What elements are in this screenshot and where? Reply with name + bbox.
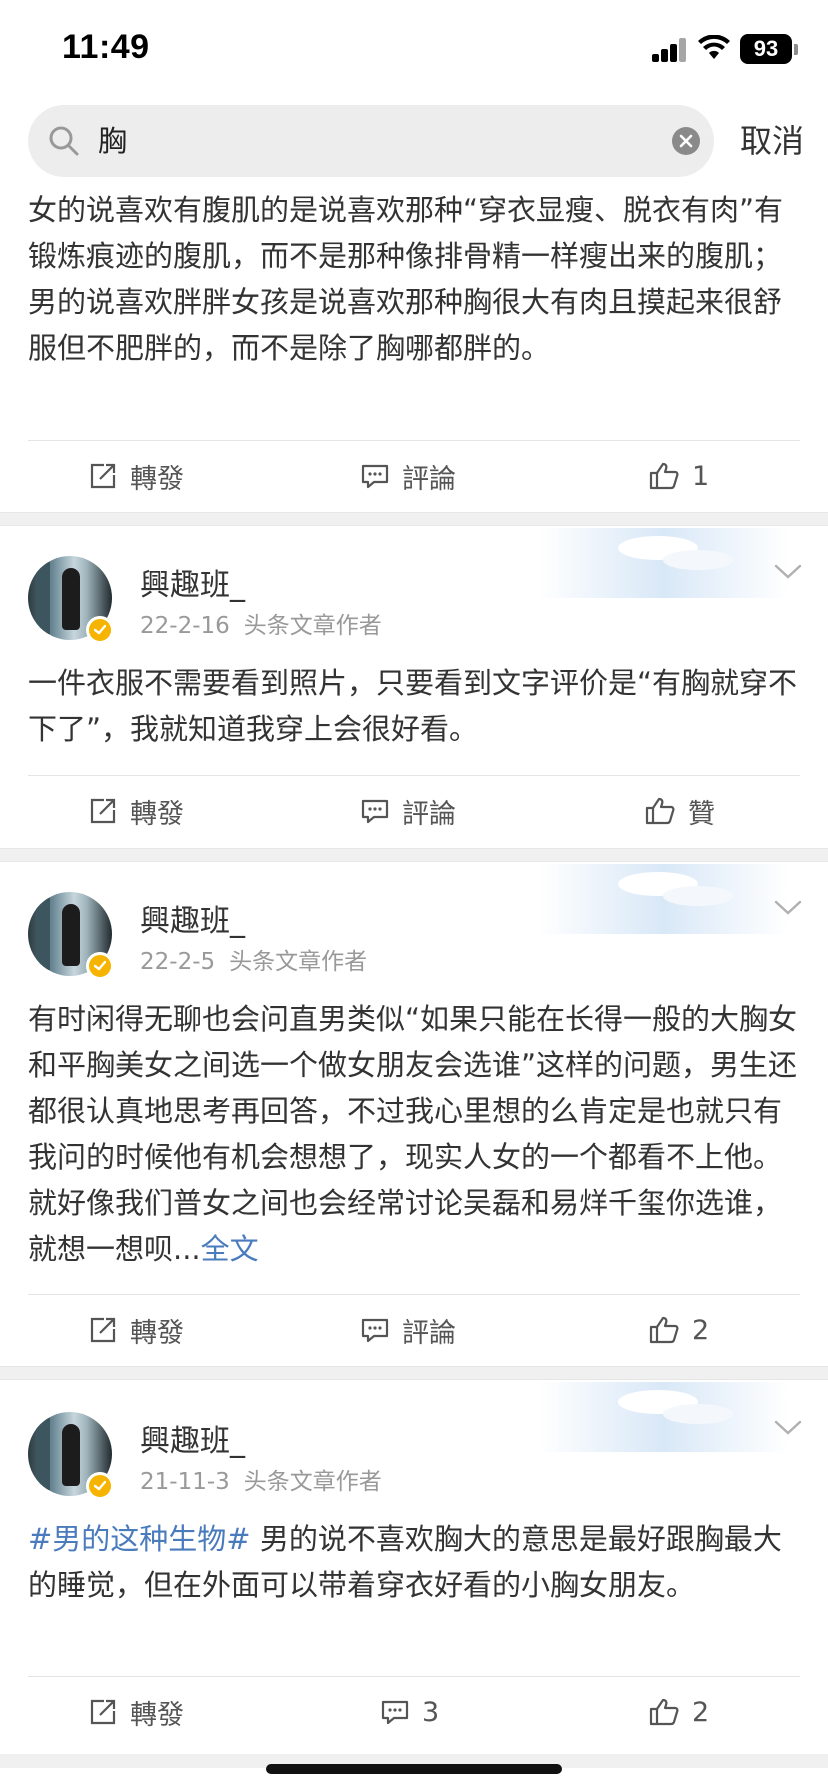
post-text[interactable]: #男的这种生物# 男的说不喜欢胸大的意思是最好跟胸最大的睡觉，但在外面可以带着穿… — [28, 1516, 800, 1608]
chevron-down-icon[interactable] — [774, 562, 802, 582]
post-action-bar: 轉發 3 2 — [0, 1677, 828, 1747]
post-date: 22-2-16 — [140, 613, 230, 639]
repost-label: 轉發 — [130, 1699, 184, 1731]
post-header: 興趣班_ 22-2-16 头条文章作者 — [0, 556, 828, 656]
like-label: 贊 — [688, 798, 715, 830]
thumbs-up-icon — [649, 462, 679, 490]
post-body: 有时闲得无聊也会问直男类似“如果只能在长得一般的大胸女和平胸美女之间选一个做女朋… — [28, 1002, 798, 1266]
post-text[interactable]: 女的说喜欢有腹肌的是说喜欢那种“穿衣显瘦、脱衣有肉”有锻炼痕迹的腹肌，而不是那种… — [28, 187, 800, 371]
comment-icon — [361, 1318, 389, 1343]
chevron-down-icon[interactable] — [774, 1418, 802, 1438]
comment-label: 評論 — [402, 463, 456, 495]
comment-icon — [381, 1700, 409, 1725]
share-icon — [90, 798, 116, 824]
like-button[interactable]: 2 — [648, 1677, 709, 1747]
comment-button[interactable]: 3 — [380, 1677, 439, 1747]
close-icon — [679, 134, 693, 148]
search-icon — [49, 126, 79, 156]
post-separator — [0, 512, 828, 526]
status-bar: 11:49 93 — [0, 0, 828, 98]
repost-button[interactable]: 轉發 — [88, 441, 184, 511]
comment-icon — [361, 799, 389, 824]
repost-button[interactable]: 轉發 — [88, 1295, 184, 1365]
thumbs-up-icon — [649, 1316, 679, 1344]
like-button[interactable]: 1 — [648, 441, 709, 511]
post-date: 22-2-5 — [140, 949, 216, 975]
battery-indicator: 93 — [740, 34, 792, 64]
thumbs-up-icon — [645, 797, 675, 825]
repost-label: 轉發 — [130, 798, 184, 830]
post-action-bar: 轉發 評論 2 — [0, 1295, 828, 1365]
repost-label: 轉發 — [130, 463, 184, 495]
share-icon — [90, 463, 116, 489]
share-icon — [90, 1699, 116, 1725]
verified-badge-icon — [86, 952, 114, 980]
like-count: 1 — [692, 460, 710, 492]
chevron-down-icon[interactable] — [774, 898, 802, 918]
like-count: 2 — [692, 1696, 710, 1728]
cancel-button[interactable]: 取消 — [740, 105, 804, 177]
like-count: 2 — [692, 1314, 710, 1346]
like-button[interactable]: 2 — [648, 1295, 709, 1365]
username[interactable]: 興趣班_ — [140, 896, 245, 940]
search-input[interactable]: 胸 — [98, 105, 658, 177]
battery-nub — [794, 44, 798, 55]
post-separator — [0, 1366, 828, 1380]
verified-badge-icon — [86, 616, 114, 644]
full-text-link[interactable]: 全文 — [201, 1232, 259, 1266]
author-role: 头条文章作者 — [243, 1469, 382, 1495]
like-button[interactable]: 贊 — [644, 776, 715, 846]
cellular-signal-icon — [652, 38, 688, 62]
comment-button[interactable]: 評論 — [360, 1295, 456, 1365]
username[interactable]: 興趣班_ — [140, 1416, 245, 1460]
comment-button[interactable]: 評論 — [360, 441, 456, 511]
status-time: 11:49 — [62, 28, 150, 66]
comment-label: 評論 — [402, 1317, 456, 1349]
comment-button[interactable]: 評論 — [360, 776, 456, 846]
comment-icon — [361, 464, 389, 489]
home-indicator[interactable] — [266, 1764, 562, 1774]
post-header: 興趣班_ 22-2-5 头条文章作者 — [0, 892, 828, 992]
post-header: 興趣班_ 21-11-3 头条文章作者 — [0, 1412, 828, 1512]
username[interactable]: 興趣班_ — [140, 560, 245, 604]
thumbs-up-icon — [649, 1698, 679, 1726]
repost-button[interactable]: 轉發 — [88, 776, 184, 846]
post-separator — [0, 848, 828, 862]
search-bar[interactable]: 胸 — [28, 105, 714, 177]
post-text[interactable]: 有时闲得无聊也会问直男类似“如果只能在长得一般的大胸女和平胸美女之间选一个做女朋… — [28, 996, 800, 1272]
post-meta: 21-11-3 头条文章作者 — [140, 1462, 382, 1496]
comment-label: 評論 — [402, 798, 456, 830]
post-action-bar: 轉發 評論 1 — [0, 441, 828, 511]
post-meta: 22-2-16 头条文章作者 — [140, 606, 382, 640]
clear-search-button[interactable] — [672, 127, 700, 155]
post-meta: 22-2-5 头条文章作者 — [140, 942, 367, 976]
share-icon — [90, 1317, 116, 1343]
repost-label: 轉發 — [130, 1317, 184, 1349]
post-action-bar: 轉發 評論 贊 — [0, 776, 828, 846]
repost-button[interactable]: 轉發 — [88, 1677, 184, 1747]
comment-count: 3 — [422, 1696, 440, 1728]
post-date: 21-11-3 — [140, 1469, 230, 1495]
wifi-icon — [698, 35, 730, 59]
post-text[interactable]: 一件衣服不需要看到照片，只要看到文字评价是“有胸就穿不下了”，我就知道我穿上会很… — [28, 660, 800, 752]
author-role: 头条文章作者 — [229, 949, 368, 975]
author-role: 头条文章作者 — [243, 613, 382, 639]
hashtag-link[interactable]: #男的这种生物# — [28, 1522, 251, 1556]
verified-badge-icon — [86, 1472, 114, 1500]
